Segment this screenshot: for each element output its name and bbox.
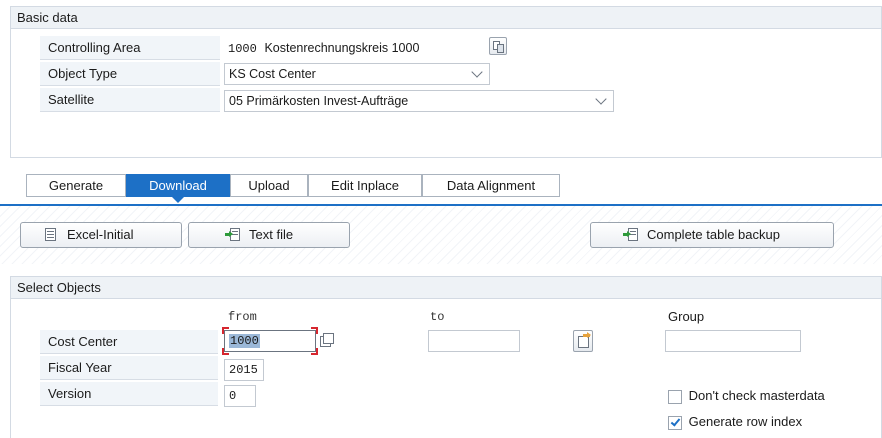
select-objects-title: Select Objects [11, 277, 881, 299]
chevron-down-icon [471, 66, 483, 78]
object-type-label: Object Type [40, 62, 220, 86]
from-column-header: from [228, 310, 257, 324]
excel-initial-button[interactable]: Excel-Initial [20, 222, 182, 248]
tab-upload-label: Upload [248, 178, 290, 193]
tab-download-label: Download [149, 178, 207, 193]
excel-icon [43, 227, 59, 243]
fiscal-year-label: Fiscal Year [40, 356, 218, 380]
group-input[interactable] [665, 330, 801, 352]
basic-labels: Controlling Area Object Type Satellite [40, 36, 220, 112]
tab-upload[interactable]: Upload [230, 174, 308, 197]
object-type-select[interactable]: KS Cost Center [224, 63, 490, 85]
chevron-down-icon [595, 93, 607, 105]
cost-center-from-input[interactable]: 1000 [224, 330, 316, 352]
controlling-area-label: Controlling Area [40, 36, 220, 60]
checkbox-unchecked-icon [668, 389, 682, 404]
tab-data-alignment[interactable]: Data Alignment [422, 174, 560, 197]
focus-corner-bl [222, 348, 229, 355]
focus-corner-tr [311, 327, 318, 334]
tab-download[interactable]: Download [126, 174, 230, 197]
cost-center-to-input[interactable] [428, 330, 520, 352]
focus-corner-tl [222, 327, 229, 334]
controlling-area-text: Kostenrechnungskreis 1000 [264, 41, 420, 55]
satellite-value: 05 Primärkosten Invest-Aufträge [229, 94, 409, 108]
tab-generate[interactable]: Generate [26, 174, 126, 197]
focus-corner-br [311, 348, 318, 355]
complete-table-backup-label: Complete table backup [647, 227, 780, 242]
generate-row-index-checkbox[interactable]: Generate row index [668, 413, 802, 431]
export-file-icon [225, 227, 241, 243]
text-file-button[interactable]: Text file [188, 222, 350, 248]
complete-table-backup-button[interactable]: Complete table backup [590, 222, 834, 248]
tab-edit-inplace[interactable]: Edit Inplace [308, 174, 422, 197]
dont-check-masterdata-checkbox[interactable]: Don't check masterdata [668, 387, 825, 405]
object-type-value: KS Cost Center [229, 67, 316, 81]
tab-generate-label: Generate [48, 178, 104, 193]
fiscal-year-input[interactable]: 2015 [224, 359, 264, 381]
excel-initial-label: Excel-Initial [67, 227, 134, 242]
to-column-header: to [430, 310, 445, 324]
select-labels: Cost Center Fiscal Year Version [40, 330, 218, 406]
multiple-selection-icon[interactable] [573, 330, 593, 352]
value-help-icon[interactable] [319, 333, 335, 349]
version-input[interactable]: 0 [224, 385, 256, 407]
fiscal-year-value: 2015 [229, 363, 258, 377]
satellite-label: Satellite [40, 88, 220, 112]
tab-active-pointer [172, 197, 184, 203]
version-label: Version [40, 382, 218, 406]
group-column-header: Group [668, 309, 705, 324]
checkbox-checked-icon [668, 415, 682, 430]
satellite-select[interactable]: 05 Primärkosten Invest-Aufträge [224, 90, 614, 112]
controlling-area-change-icon[interactable] [489, 37, 507, 55]
generate-row-index-label: Generate row index [688, 414, 803, 429]
cost-center-label: Cost Center [40, 330, 218, 354]
cost-center-from-value: 1000 [229, 334, 260, 348]
tab-edit-inplace-label: Edit Inplace [331, 178, 399, 193]
basic-data-title: Basic data [11, 7, 881, 29]
version-value: 0 [229, 389, 237, 403]
text-file-label: Text file [249, 227, 294, 242]
controlling-area-value: 1000 Kostenrechnungskreis 1000 [228, 40, 419, 58]
tab-data-alignment-label: Data Alignment [446, 178, 536, 193]
export-file-icon [623, 227, 639, 243]
dont-check-masterdata-label: Don't check masterdata [688, 388, 825, 403]
controlling-area-code: 1000 [228, 42, 257, 56]
